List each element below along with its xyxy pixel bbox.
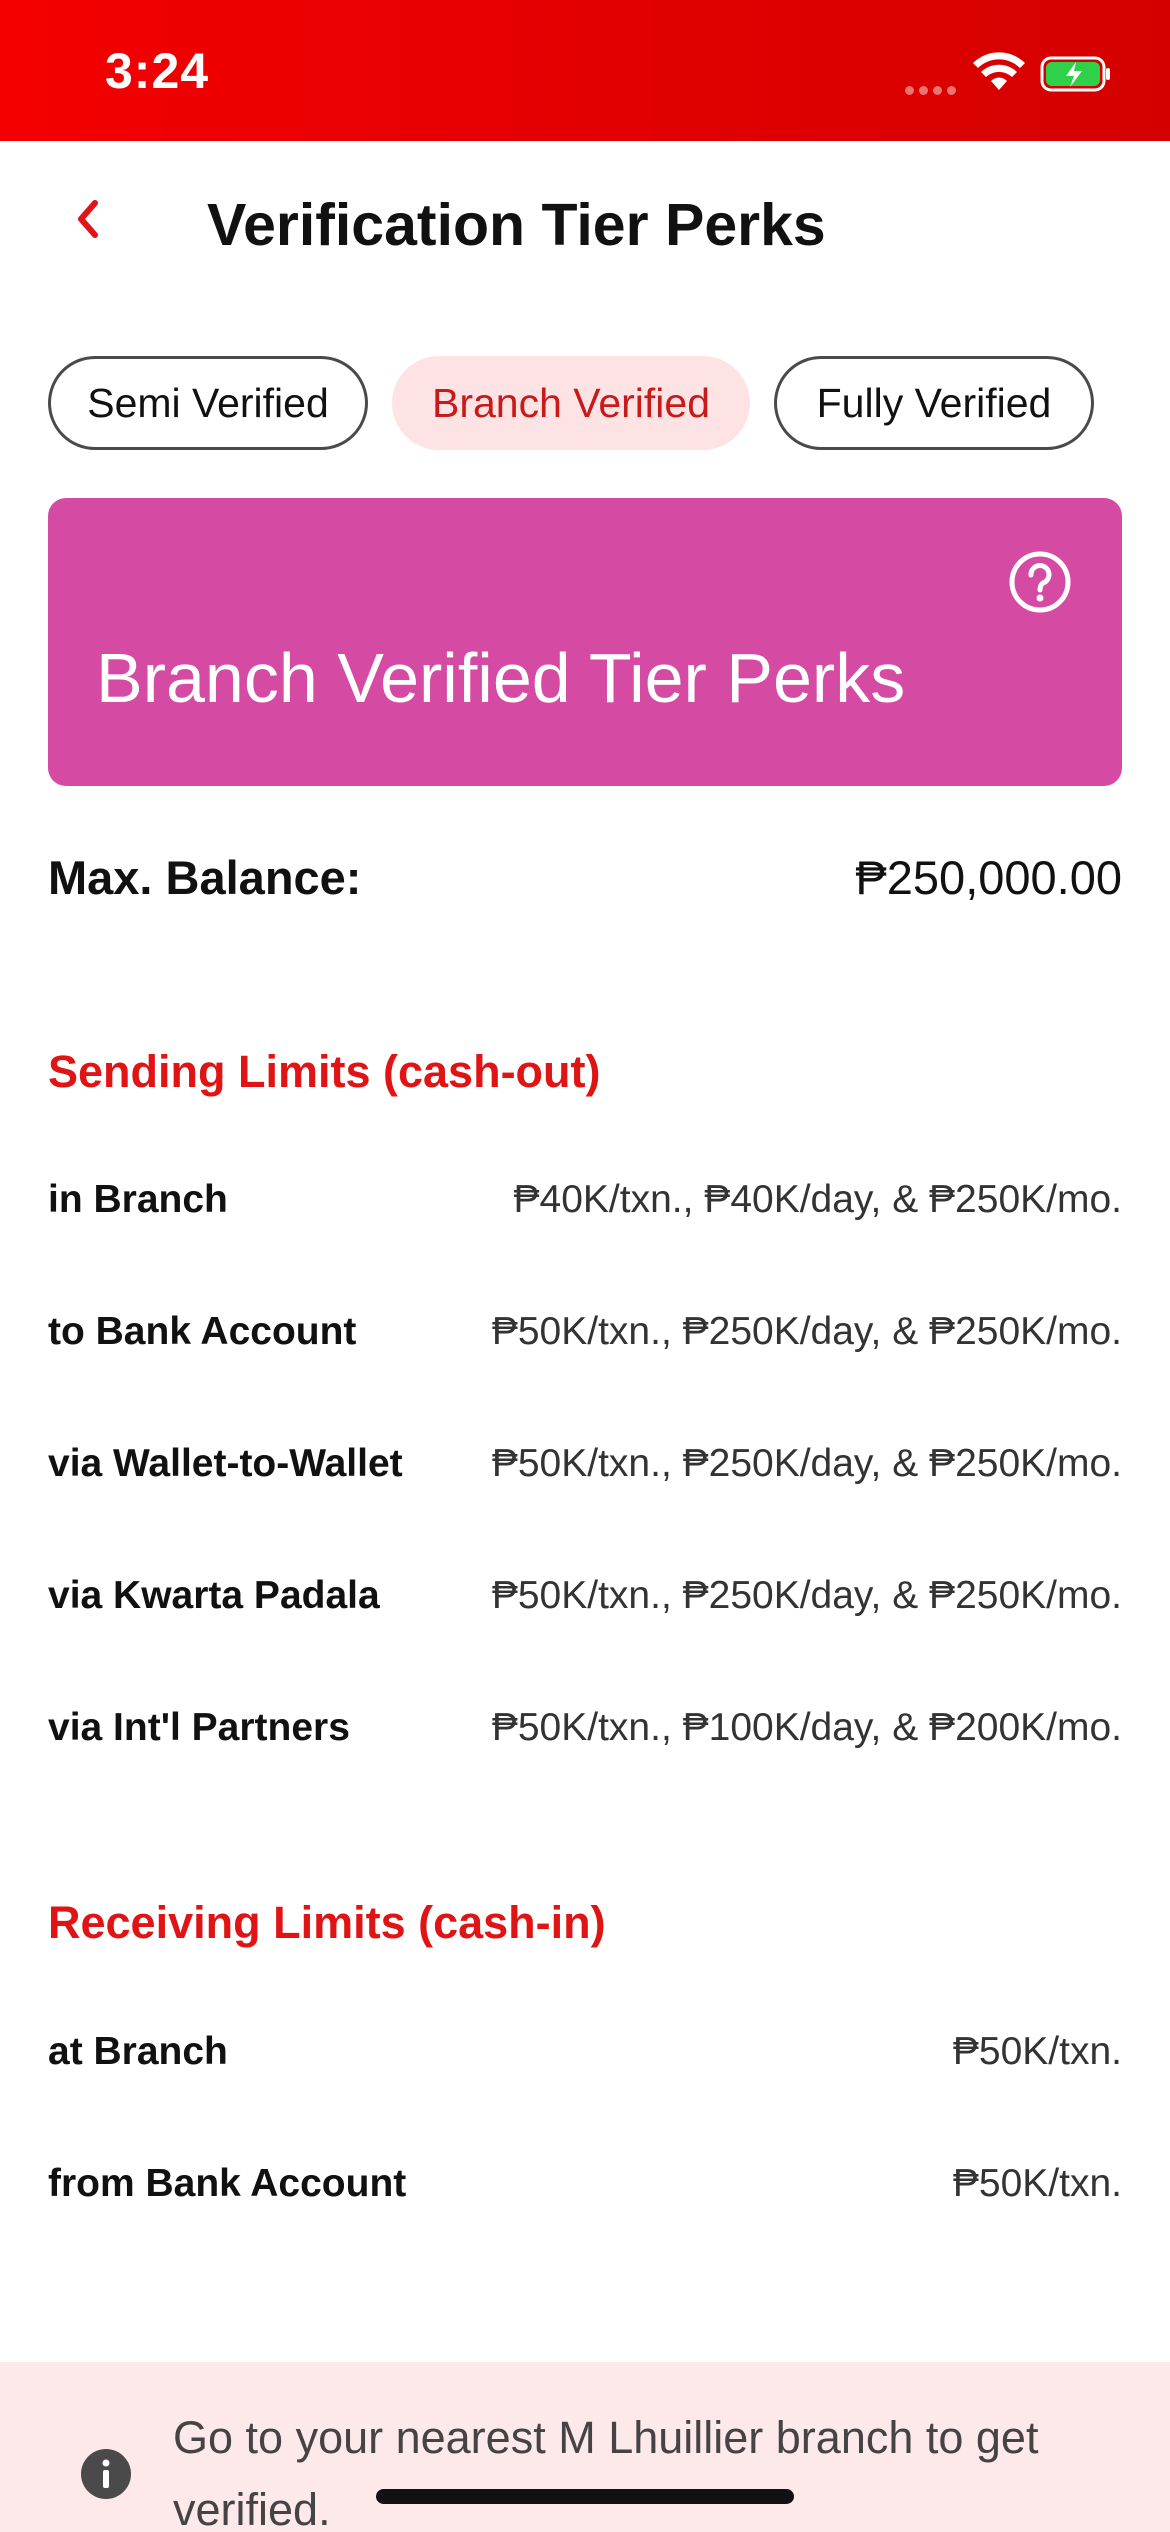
back-button[interactable] [58, 189, 118, 249]
notice-text: Go to your nearest M Lhuillier branch to… [173, 2412, 1039, 2532]
limit-value: ₱40K/txn., ₱40K/day, & ₱250K/mo. [513, 1178, 1122, 1221]
limit-label: from Bank Account [48, 2162, 407, 2205]
wifi-icon [973, 52, 1025, 90]
limit-value: ₱50K/txn. [952, 2162, 1122, 2205]
info-icon [81, 2449, 131, 2499]
sending-row-wallet-to-wallet: via Wallet-to-Wallet ₱50K/txn., ₱250K/da… [48, 1442, 1122, 1502]
question-circle-icon[interactable] [1008, 550, 1072, 614]
limit-label: via Int'l Partners [48, 1706, 350, 1749]
signal-dots-icon [905, 82, 961, 100]
limit-label: via Wallet-to-Wallet [48, 1442, 403, 1485]
sending-row-intl-partners: via Int'l Partners ₱50K/txn., ₱100K/day,… [48, 1706, 1122, 1766]
tier-tabs: Semi Verified Branch Verified Fully Veri… [48, 356, 1094, 450]
max-balance-label: Max. Balance: [48, 851, 362, 904]
max-balance-value: ₱250,000.00 [855, 851, 1122, 904]
sending-row-kwarta-padala: via Kwarta Padala ₱50K/txn., ₱250K/day, … [48, 1574, 1122, 1634]
limit-value: ₱50K/txn., ₱250K/day, & ₱250K/mo. [491, 1574, 1122, 1617]
tab-fully-verified[interactable]: Fully Verified [774, 356, 1094, 450]
tier-banner: Branch Verified Tier Perks [48, 498, 1122, 786]
header: Verification Tier Perks [0, 141, 1170, 311]
status-bar: 3:24 [0, 0, 1170, 141]
limit-label: at Branch [48, 2030, 228, 2073]
verification-notice: Go to your nearest M Lhuillier branch to… [0, 2362, 1170, 2532]
chevron-left-icon [78, 200, 98, 238]
home-indicator[interactable] [376, 2489, 794, 2504]
battery-charging-icon [1040, 56, 1110, 92]
limit-value: ₱50K/txn., ₱250K/day, & ₱250K/mo. [491, 1442, 1122, 1485]
receiving-row-bank-account: from Bank Account ₱50K/txn. [48, 2162, 1122, 2222]
receiving-limits-title: Receiving Limits (cash-in) [48, 1897, 606, 1948]
receiving-row-branch: at Branch ₱50K/txn. [48, 2030, 1122, 2090]
limit-value: ₱50K/txn. [952, 2030, 1122, 2073]
page-title: Verification Tier Perks [207, 192, 826, 258]
banner-title: Branch Verified Tier Perks [96, 639, 906, 717]
limit-label: to Bank Account [48, 1310, 357, 1353]
limit-value: ₱50K/txn., ₱100K/day, & ₱200K/mo. [491, 1706, 1122, 1749]
limit-label: via Kwarta Padala [48, 1574, 380, 1617]
limit-value: ₱50K/txn., ₱250K/day, & ₱250K/mo. [491, 1310, 1122, 1353]
sending-row-bank-account: to Bank Account ₱50K/txn., ₱250K/day, & … [48, 1310, 1122, 1370]
tab-branch-verified[interactable]: Branch Verified [392, 356, 750, 450]
limit-label: in Branch [48, 1178, 228, 1221]
screen: 3:24 Verification Tier Perks Semi Verifi… [0, 0, 1170, 2532]
tab-semi-verified[interactable]: Semi Verified [48, 356, 368, 450]
sending-limits-title: Sending Limits (cash-out) [48, 1046, 601, 1097]
sending-row-in-branch: in Branch ₱40K/txn., ₱40K/day, & ₱250K/m… [48, 1178, 1122, 1238]
status-time: 3:24 [105, 43, 210, 99]
max-balance-row: Max. Balance: ₱250,000.00 [48, 850, 1122, 920]
